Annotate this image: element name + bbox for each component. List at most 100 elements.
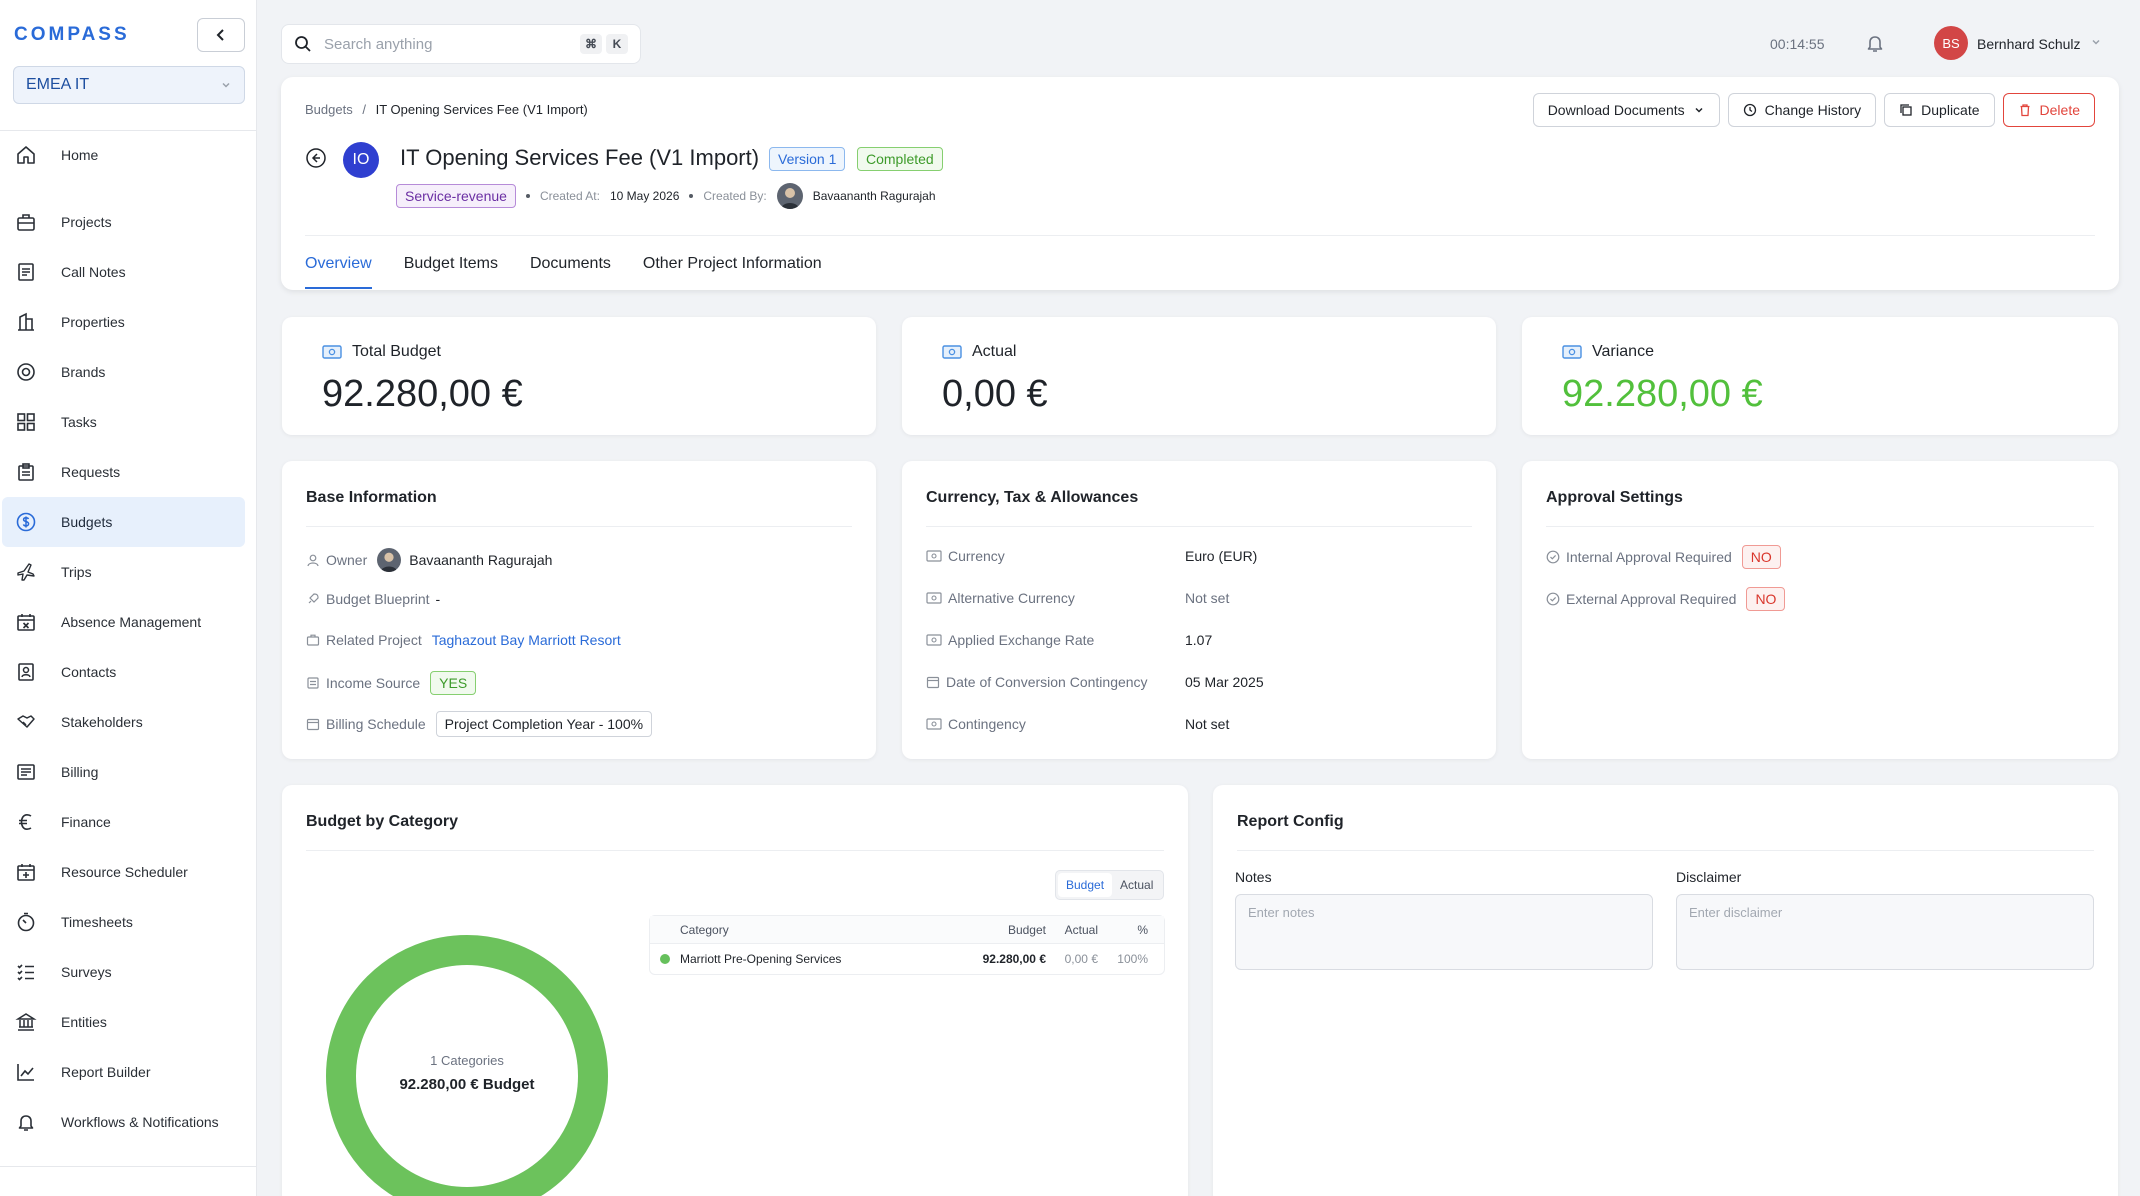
change-history-button[interactable]: Change History — [1727, 93, 1877, 127]
shortcut-k: K — [606, 34, 628, 54]
sidebar-item-absence-management[interactable]: Absence Management — [2, 597, 245, 647]
sidebar-item-billing[interactable]: Billing — [2, 747, 245, 797]
user-menu-chevron-icon[interactable] — [2090, 36, 2102, 48]
owner-row: Owner Bavaananth Ragurajah — [306, 548, 552, 572]
budget-header-card: Budgets / IT Opening Services Fee (V1 Im… — [281, 77, 2119, 290]
sidebar-item-brands[interactable]: Brands — [2, 347, 245, 397]
table-row[interactable]: Marriott Pre-Opening Services 92.280,00 … — [650, 944, 1164, 974]
exchange-rate-row: Applied Exchange Rate 1.07 — [926, 632, 1472, 648]
blueprint-row: Budget Blueprint - — [306, 591, 440, 607]
sidebar-item-budgets[interactable]: Budgets — [2, 497, 245, 547]
sidebar-item-tasks[interactable]: Tasks — [2, 397, 245, 447]
collapse-sidebar-button[interactable] — [197, 18, 245, 52]
conversion-date-label: Date of Conversion Contingency — [946, 674, 1148, 690]
variance-label: Variance — [1592, 343, 1654, 360]
rocket-icon — [306, 592, 320, 606]
variance-value: 92.280,00 € — [1562, 373, 1763, 415]
sidebar-item-workflows[interactable]: Workflows & Notifications — [2, 1097, 245, 1147]
search-placeholder: Search anything — [324, 35, 433, 53]
exchange-rate-label: Applied Exchange Rate — [948, 632, 1095, 648]
toggle-budget[interactable]: Budget — [1058, 873, 1113, 897]
download-documents-button[interactable]: Download Documents — [1532, 93, 1720, 127]
alt-currency-row: Alternative Currency Not set — [926, 590, 1472, 606]
check-circle-icon — [1546, 550, 1560, 564]
owner-avatar — [377, 548, 402, 572]
tab-documents[interactable]: Documents — [530, 255, 611, 289]
currency-label-wrap: Currency — [926, 548, 1185, 564]
owner-label: Owner — [326, 552, 368, 568]
sidebar-item-resource-scheduler[interactable]: Resource Scheduler — [2, 847, 245, 897]
notifications-bell-icon[interactable] — [1864, 32, 1886, 54]
sidebar-item-timesheets[interactable]: Timesheets — [2, 897, 245, 947]
toggle-actual[interactable]: Actual — [1112, 873, 1161, 897]
duplicate-button[interactable]: Duplicate — [1884, 93, 1995, 127]
download-documents-label: Download Documents — [1547, 102, 1685, 118]
sidebar-item-call-notes[interactable]: Call Notes — [2, 247, 245, 297]
history-icon — [1743, 103, 1757, 117]
sidebar-item-stakeholders[interactable]: Stakeholders — [2, 697, 245, 747]
disclaimer-textarea[interactable]: Enter disclaimer — [1676, 894, 2094, 970]
tab-overview[interactable]: Overview — [305, 255, 372, 289]
calendar-icon — [926, 675, 940, 689]
sidebar-item-label: Entities — [61, 1014, 107, 1030]
receipt-icon — [306, 676, 320, 690]
sidebar-item-trips[interactable]: Trips — [2, 547, 245, 597]
delete-button[interactable]: Delete — [2002, 93, 2095, 127]
copy-icon — [1899, 103, 1913, 117]
breadcrumb-parent-link[interactable]: Budgets — [305, 102, 353, 117]
calendar-icon — [306, 717, 320, 731]
sidebar-item-finance[interactable]: Finance — [2, 797, 245, 847]
blueprint-value: - — [435, 591, 441, 607]
total-budget-card: Total Budget 92.280,00 € — [282, 317, 876, 435]
notes-label: Notes — [1235, 869, 1272, 885]
sidebar-item-label: Surveys — [61, 964, 112, 980]
actual-label: Actual — [972, 343, 1017, 360]
type-badge: Service-revenue — [396, 184, 516, 208]
external-approval-label-wrap: External Approval Required — [1546, 591, 1736, 607]
handshake-icon — [14, 710, 38, 734]
tab-other-project-information[interactable]: Other Project Information — [643, 255, 822, 289]
search-input[interactable]: Search anything ⌘ K — [281, 24, 641, 64]
tab-bar: Overview Budget Items Documents Other Pr… — [305, 255, 822, 289]
billing-schedule-row: Billing Schedule Project Completion Year… — [306, 711, 653, 737]
approval-settings-card: Approval Settings Internal Approval Requ… — [1522, 461, 2118, 759]
external-approval-label: External Approval Required — [1566, 591, 1737, 607]
separator-dot — [689, 194, 694, 198]
sidebar-item-label: Projects — [61, 214, 112, 230]
dollar-circle-icon — [14, 510, 38, 534]
category-cell: Marriott Pre-Opening Services — [650, 952, 970, 966]
income-source-label-wrap: Income Source — [306, 675, 420, 691]
org-select[interactable]: EMEA IT — [13, 66, 245, 104]
meta-row: Service-revenue Created At: 10 May 2026 … — [396, 183, 936, 209]
external-approval-row: External Approval Required NO — [1546, 587, 1786, 611]
sidebar-item-properties[interactable]: Properties — [2, 297, 245, 347]
related-project-link[interactable]: Taghazout Bay Marriott Resort — [432, 632, 621, 648]
notes-textarea[interactable]: Enter notes — [1235, 894, 1653, 970]
sidebar-item-entities[interactable]: Entities — [2, 997, 245, 1047]
total-budget-label: Total Budget — [352, 343, 441, 360]
sidebar-item-projects[interactable]: Projects — [2, 197, 245, 247]
actual-card: Actual 0,00 € — [902, 317, 1496, 435]
sidebar-item-label: Workflows & Notifications — [61, 1114, 219, 1130]
currency-row: Currency Euro (EUR) — [926, 548, 1472, 564]
chevron-left-icon — [214, 28, 228, 42]
contingency-label-wrap: Contingency — [926, 716, 1185, 732]
sidebar-item-label: Home — [61, 147, 99, 163]
alt-currency-label-wrap: Alternative Currency — [926, 590, 1185, 606]
blueprint-label: Budget Blueprint — [326, 591, 430, 607]
sidebar-item-requests[interactable]: Requests — [2, 447, 245, 497]
status-badge: Completed — [857, 147, 943, 171]
approval-settings-title: Approval Settings — [1546, 489, 1683, 506]
budget-avatar: IO — [343, 142, 379, 178]
created-at-value: 10 May 2026 — [609, 189, 680, 203]
back-arrow-icon[interactable] — [305, 147, 327, 169]
user-name[interactable]: Bernhard Schulz — [1977, 36, 2081, 52]
tab-budget-items[interactable]: Budget Items — [404, 255, 498, 289]
user-avatar[interactable]: BS — [1934, 26, 1968, 60]
sidebar-item-report-builder[interactable]: Report Builder — [2, 1047, 245, 1097]
breadcrumb-current: IT Opening Services Fee (V1 Import) — [375, 102, 588, 117]
donut-slice-marriott-pre-opening-services[interactable] — [326, 935, 608, 1196]
sidebar-item-contacts[interactable]: Contacts — [2, 647, 245, 697]
sidebar-item-surveys[interactable]: Surveys — [2, 947, 245, 997]
sidebar-item-home[interactable]: Home — [2, 130, 245, 180]
